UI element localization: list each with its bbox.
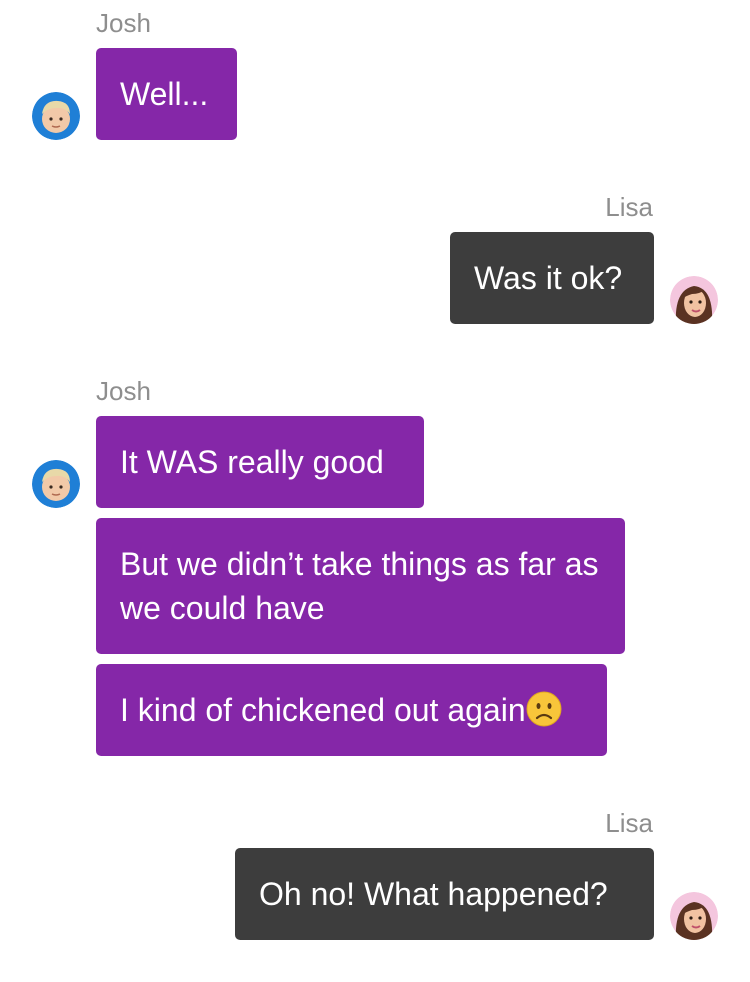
lisa-avatar-icon[interactable] <box>670 892 718 940</box>
message-text: I kind of chickened out again <box>120 692 526 728</box>
lisa-avatar-icon[interactable] <box>670 276 718 324</box>
message-text: Oh no! What happened? <box>259 876 608 912</box>
josh-avatar-icon[interactable] <box>32 92 80 140</box>
message-bubble-josh[interactable]: I kind of chickened out again <box>96 664 607 756</box>
message-bubble-lisa[interactable]: Was it ok? <box>450 232 654 324</box>
message-bubble-josh[interactable]: It WAS really good <box>96 416 424 508</box>
sender-name-josh: Josh <box>96 8 151 38</box>
message-bubble-lisa[interactable]: Oh no! What happened? <box>235 848 654 940</box>
josh-avatar-icon[interactable] <box>32 460 80 508</box>
sender-name-josh: Josh <box>96 376 151 406</box>
sender-name-lisa: Lisa <box>605 808 653 838</box>
message-text: Well... <box>120 76 209 112</box>
message-text: It WAS really good <box>120 444 384 480</box>
sender-name-lisa: Lisa <box>605 192 653 222</box>
message-bubble-josh[interactable]: But we didn’t take things as far as we c… <box>96 518 625 654</box>
message-text: But we didn’t take things as far as we c… <box>120 546 608 626</box>
message-text: Was it ok? <box>474 260 623 296</box>
slightly-frowning-face-icon <box>526 691 562 727</box>
message-bubble-josh[interactable]: Well... <box>96 48 237 140</box>
